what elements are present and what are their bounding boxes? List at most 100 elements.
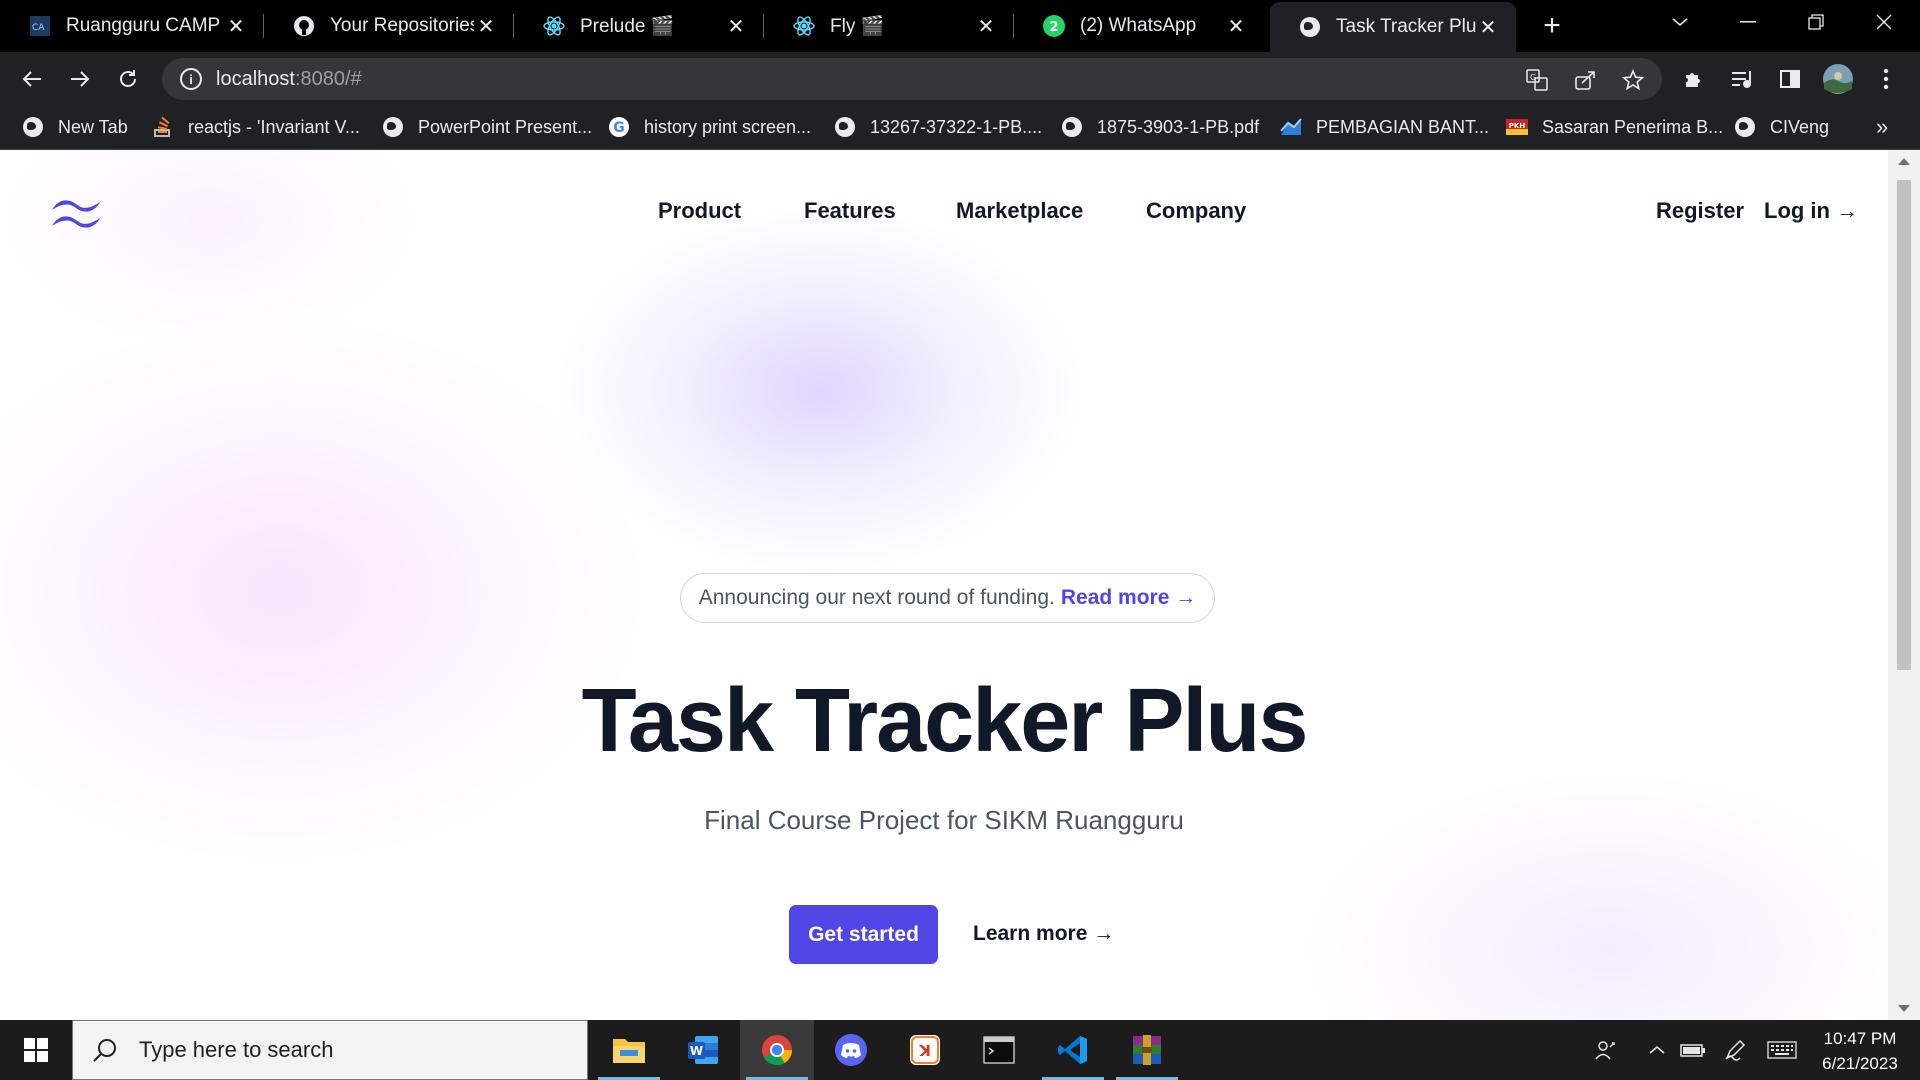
- page-scrollbar[interactable]: [1888, 150, 1920, 1020]
- chart-icon: [1280, 116, 1302, 138]
- get-started-button[interactable]: Get started: [789, 905, 938, 964]
- profile-avatar[interactable]: [1821, 62, 1855, 96]
- bookmark-label: New Tab: [58, 116, 128, 137]
- forward-button[interactable]: [63, 62, 97, 96]
- svg-text:W: W: [690, 1044, 703, 1058]
- bookmark-civeng[interactable]: CIVeng: [1734, 104, 1829, 150]
- bookmark-label: Sasaran Penerima B...: [1542, 116, 1724, 137]
- bookmark-1875[interactable]: 1875-3903-1-PB.pdf: [1061, 104, 1259, 150]
- globe-icon: [1061, 116, 1083, 138]
- people-icon[interactable]: [1586, 1020, 1626, 1080]
- bookmark-label: 13267-37322-1-PB....: [870, 116, 1043, 137]
- tab-close-icon[interactable]: ✕: [224, 14, 248, 38]
- url-host: localhost: [216, 67, 295, 90]
- react-icon: [542, 14, 566, 38]
- pen-icon[interactable]: [1718, 1020, 1752, 1080]
- brand-logo-icon[interactable]: [48, 196, 104, 232]
- browser-toolbar: i localhost:8080/# G: [0, 52, 1920, 104]
- new-tab-button[interactable]: +: [1536, 9, 1568, 42]
- nav-marketplace[interactable]: Marketplace: [956, 198, 1083, 224]
- tab-close-icon[interactable]: ✕: [974, 14, 998, 38]
- tab-close-icon[interactable]: ✕: [1476, 15, 1500, 39]
- globe-icon: [834, 116, 856, 138]
- svg-text:ꓘ: ꓘ: [918, 1042, 931, 1060]
- system-clock[interactable]: 10:47 PM 6/21/2023: [1810, 1026, 1910, 1076]
- bookmark-powerpoint[interactable]: PowerPoint Present...: [382, 104, 592, 150]
- bookmark-star-icon[interactable]: [1620, 67, 1646, 93]
- tab-prelude[interactable]: Prelude 🎬 ✕: [514, 0, 764, 52]
- extensions-puzzle-icon[interactable]: [1677, 62, 1711, 96]
- terminal-icon[interactable]: [962, 1020, 1036, 1080]
- bookmark-pembagian[interactable]: PEMBAGIAN BANT...: [1280, 104, 1489, 150]
- login-link[interactable]: Log in →: [1764, 198, 1858, 224]
- bookmark-13267[interactable]: 13267-37322-1-PB....: [834, 104, 1042, 150]
- minimize-button[interactable]: [1718, 0, 1778, 44]
- windows-start-icon[interactable]: [0, 1020, 72, 1080]
- learn-more-link[interactable]: Learn more →: [973, 922, 1114, 946]
- show-hidden-icons-chevron-icon[interactable]: [1640, 1020, 1674, 1080]
- side-panel-icon[interactable]: [1773, 62, 1807, 96]
- bookmark-new-tab[interactable]: New Tab: [22, 104, 128, 150]
- bookmark-label: PEMBAGIAN BANT...: [1316, 116, 1490, 137]
- chrome-icon[interactable]: [740, 1020, 814, 1080]
- share-icon[interactable]: [1572, 67, 1598, 93]
- vscode-icon[interactable]: [1036, 1020, 1110, 1080]
- back-button[interactable]: [15, 62, 49, 96]
- tab-title: Your Repositories: [330, 15, 474, 36]
- taskbar-search-input[interactable]: Type here to search: [72, 1020, 588, 1080]
- whatsapp-icon: 2: [1042, 14, 1066, 38]
- background-gradient: [0, 150, 420, 350]
- scroll-up-arrow-icon[interactable]: [1898, 158, 1910, 165]
- translate-icon[interactable]: G: [1524, 67, 1550, 93]
- read-more-link[interactable]: Read more →: [1061, 586, 1196, 610]
- bookmark-sasaran-penerima[interactable]: PKH Sasaran Penerima B...: [1506, 104, 1723, 150]
- bookmark-label: 1875-3903-1-PB.pdf: [1097, 116, 1260, 137]
- tab-close-icon[interactable]: ✕: [474, 14, 498, 38]
- nav-features[interactable]: Features: [804, 198, 896, 224]
- site-info-icon[interactable]: i: [180, 68, 202, 90]
- bookmarks-overflow-button[interactable]: »: [1876, 104, 1888, 150]
- tab-search-chevron-icon[interactable]: [1650, 0, 1710, 44]
- restore-button[interactable]: [1786, 0, 1846, 44]
- tab-title: Task Tracker Plus: [1336, 16, 1476, 37]
- tab-task-tracker-plus[interactable]: Task Tracker Plus ✕: [1270, 2, 1516, 52]
- battery-icon[interactable]: [1676, 1020, 1710, 1080]
- close-window-button[interactable]: [1854, 0, 1914, 44]
- bookmark-reactjs[interactable]: reactjs - 'Invariant V...: [152, 104, 360, 150]
- keyboard-icon[interactable]: [1760, 1020, 1804, 1080]
- discord-icon[interactable]: [814, 1020, 888, 1080]
- bookmark-label: PowerPoint Present...: [418, 116, 593, 137]
- scroll-down-arrow-icon[interactable]: [1898, 1005, 1910, 1012]
- tab-fly[interactable]: Fly 🎬 ✕: [764, 0, 1014, 52]
- tab-close-icon[interactable]: ✕: [724, 14, 748, 38]
- xampp-icon[interactable]: ꓘ: [888, 1020, 962, 1080]
- clock-date: 6/21/2023: [1822, 1054, 1898, 1073]
- winrar-icon[interactable]: [1110, 1020, 1184, 1080]
- media-control-icon[interactable]: [1725, 62, 1759, 96]
- bookmark-history-print-screen[interactable]: G history print screen...: [608, 104, 811, 150]
- svg-text:CA: CA: [32, 23, 45, 33]
- react-icon: [792, 14, 816, 38]
- page-viewport: Product Features Marketplace Company Reg…: [0, 150, 1888, 1020]
- ruangguru-camp-favicon-icon: CA: [28, 14, 52, 38]
- svg-text:PKH: PKH: [1509, 122, 1526, 130]
- tab-ruangguru-camp[interactable]: CA Ruangguru CAMP ✕: [0, 0, 264, 52]
- tab-your-repositories[interactable]: Your Repositories ✕: [264, 0, 514, 52]
- bookmark-label: history print screen...: [644, 116, 812, 137]
- scrollbar-thumb[interactable]: [1897, 180, 1911, 670]
- browser-tab-strip: CA Ruangguru CAMP ✕ Your Repositories ✕ …: [0, 0, 1920, 52]
- search-placeholder: Type here to search: [139, 1037, 334, 1062]
- tab-title: Prelude 🎬: [580, 16, 675, 37]
- tab-whatsapp[interactable]: 2 (2) WhatsApp ✕: [1014, 0, 1264, 52]
- tab-close-icon[interactable]: ✕: [1224, 14, 1248, 38]
- file-explorer-icon[interactable]: [592, 1020, 666, 1080]
- bookmark-label: CIVeng: [1770, 116, 1830, 137]
- chrome-menu-icon[interactable]: [1869, 62, 1903, 96]
- nav-product[interactable]: Product: [658, 198, 741, 224]
- word-icon[interactable]: W: [666, 1020, 740, 1080]
- nav-company[interactable]: Company: [1146, 198, 1246, 224]
- register-link[interactable]: Register: [1656, 198, 1744, 224]
- background-gradient: [560, 210, 1080, 570]
- reload-button[interactable]: [111, 62, 145, 96]
- address-bar[interactable]: i localhost:8080/# G: [162, 58, 1662, 100]
